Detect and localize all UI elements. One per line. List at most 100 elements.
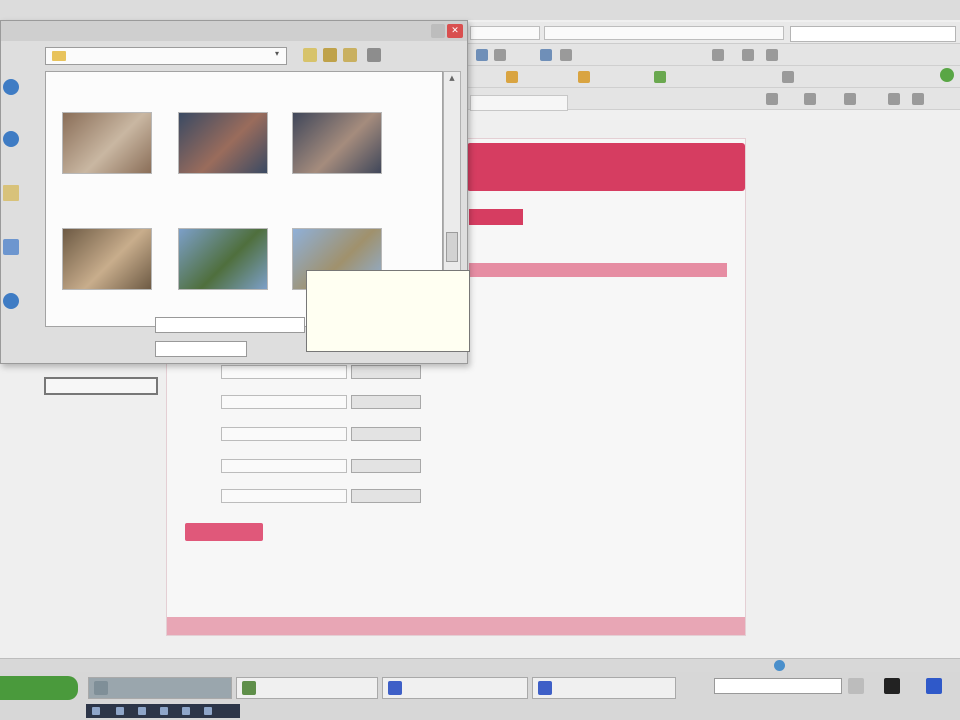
file-info-tooltip bbox=[306, 270, 470, 352]
quick-launch-bar bbox=[86, 704, 240, 718]
dialog-title-bar[interactable] bbox=[1, 21, 467, 41]
taskbar-button[interactable] bbox=[88, 677, 232, 699]
quick-launch-icon[interactable] bbox=[182, 707, 190, 715]
page-badge[interactable] bbox=[469, 209, 523, 225]
browse-button[interactable] bbox=[351, 395, 421, 409]
page-footer bbox=[167, 617, 745, 635]
file-name-input[interactable] bbox=[155, 317, 305, 333]
file-thumbnail[interactable] bbox=[178, 112, 268, 204]
quick-launch-icon[interactable] bbox=[92, 707, 100, 715]
taskbar-button[interactable] bbox=[382, 677, 528, 699]
taskbar-button[interactable] bbox=[236, 677, 378, 699]
extension-icon[interactable] bbox=[782, 71, 794, 83]
file-thumbnail[interactable] bbox=[62, 112, 152, 204]
file-thumbnail[interactable] bbox=[292, 112, 382, 204]
quick-launch-icon[interactable] bbox=[116, 707, 124, 715]
nav-buttons[interactable] bbox=[470, 26, 540, 40]
internet-zone-icon bbox=[774, 660, 785, 671]
print-icon[interactable] bbox=[844, 93, 856, 105]
globe-icon[interactable] bbox=[940, 68, 954, 82]
help-button[interactable] bbox=[431, 24, 445, 38]
place-recent[interactable] bbox=[1, 75, 45, 127]
chevron-down-icon: ▾ bbox=[274, 49, 279, 58]
quick-launch-icon[interactable] bbox=[204, 707, 212, 715]
start-button[interactable] bbox=[0, 676, 78, 700]
thumbnail-image bbox=[178, 112, 268, 174]
file-thumbnail[interactable] bbox=[178, 228, 268, 320]
places-bar bbox=[1, 71, 45, 327]
back-folder-icon[interactable] bbox=[303, 48, 317, 62]
folder-icon bbox=[52, 51, 66, 61]
back-icon[interactable] bbox=[476, 49, 488, 61]
bookmark-icon[interactable] bbox=[506, 71, 518, 83]
scroll-thumb[interactable] bbox=[446, 232, 458, 262]
file-input[interactable] bbox=[221, 489, 347, 503]
zoom-icon[interactable] bbox=[766, 93, 778, 105]
quick-launch-icon[interactable] bbox=[138, 707, 146, 715]
view-menu-icon[interactable] bbox=[367, 48, 381, 62]
toolbar-field[interactable] bbox=[470, 95, 568, 111]
window-icon[interactable] bbox=[742, 49, 754, 61]
upload-field-row bbox=[185, 365, 421, 379]
file-input[interactable] bbox=[221, 427, 347, 441]
close-button[interactable]: ✕ bbox=[447, 24, 463, 38]
file-thumbnail[interactable] bbox=[62, 228, 152, 320]
place-desktop[interactable] bbox=[1, 127, 45, 179]
place-computer[interactable] bbox=[1, 235, 45, 287]
refresh-icon[interactable] bbox=[560, 49, 572, 61]
browse-button[interactable] bbox=[351, 427, 421, 441]
page-icon[interactable] bbox=[804, 93, 816, 105]
browse-button[interactable] bbox=[351, 365, 421, 379]
tools-icon[interactable] bbox=[712, 49, 724, 61]
place-documents[interactable] bbox=[1, 181, 45, 233]
browser-toolbar-1 bbox=[466, 44, 960, 66]
up-folder-icon[interactable] bbox=[323, 48, 337, 62]
help-icon[interactable] bbox=[912, 93, 924, 105]
computer-icon bbox=[3, 239, 19, 255]
options-icon[interactable] bbox=[766, 49, 778, 61]
new-folder-icon[interactable] bbox=[343, 48, 357, 62]
thumbnail-image bbox=[62, 112, 152, 174]
tray-app-icon[interactable] bbox=[884, 678, 900, 694]
file-input[interactable] bbox=[221, 365, 347, 379]
look-in-select[interactable]: ▾ bbox=[45, 47, 287, 65]
page-header bbox=[467, 143, 745, 191]
quick-launch-icon[interactable] bbox=[160, 707, 168, 715]
thumbnail-image bbox=[292, 112, 382, 174]
browser-title-bar bbox=[0, 0, 960, 20]
addon-icon[interactable] bbox=[654, 71, 666, 83]
upload-button[interactable] bbox=[185, 523, 263, 541]
settings-icon[interactable] bbox=[888, 93, 900, 105]
upload-field-row bbox=[185, 427, 421, 441]
browser-toolbar-2 bbox=[466, 66, 960, 88]
taskbar bbox=[0, 672, 960, 720]
taskbar-button[interactable] bbox=[532, 677, 676, 699]
tray-network-icon[interactable] bbox=[926, 678, 942, 694]
network-icon bbox=[3, 293, 19, 309]
taskbar-search-input[interactable] bbox=[714, 678, 842, 694]
browse-button[interactable] bbox=[351, 459, 421, 473]
search-go-icon[interactable] bbox=[848, 678, 864, 694]
thumbnail-image bbox=[62, 228, 152, 290]
page-band bbox=[469, 263, 727, 277]
home-icon[interactable] bbox=[540, 49, 552, 61]
upload-field-row bbox=[185, 459, 421, 473]
browser-search-input[interactable] bbox=[790, 26, 956, 42]
browse-button[interactable] bbox=[351, 489, 421, 503]
app-icon bbox=[388, 681, 402, 695]
address-bar[interactable] bbox=[544, 26, 784, 40]
side-input[interactable] bbox=[44, 377, 158, 395]
app-icon bbox=[242, 681, 256, 695]
file-input[interactable] bbox=[221, 459, 347, 473]
place-network[interactable] bbox=[1, 289, 45, 341]
file-input[interactable] bbox=[221, 395, 347, 409]
scroll-up-icon[interactable]: ▲ bbox=[446, 74, 458, 86]
file-type-select[interactable] bbox=[155, 341, 247, 357]
app-icon bbox=[538, 681, 552, 695]
thumbnail-image bbox=[178, 228, 268, 290]
desktop-icon bbox=[3, 131, 19, 147]
star-icon[interactable] bbox=[578, 71, 590, 83]
forward-icon[interactable] bbox=[494, 49, 506, 61]
browser-status-bar bbox=[0, 658, 960, 672]
documents-icon bbox=[3, 185, 19, 201]
